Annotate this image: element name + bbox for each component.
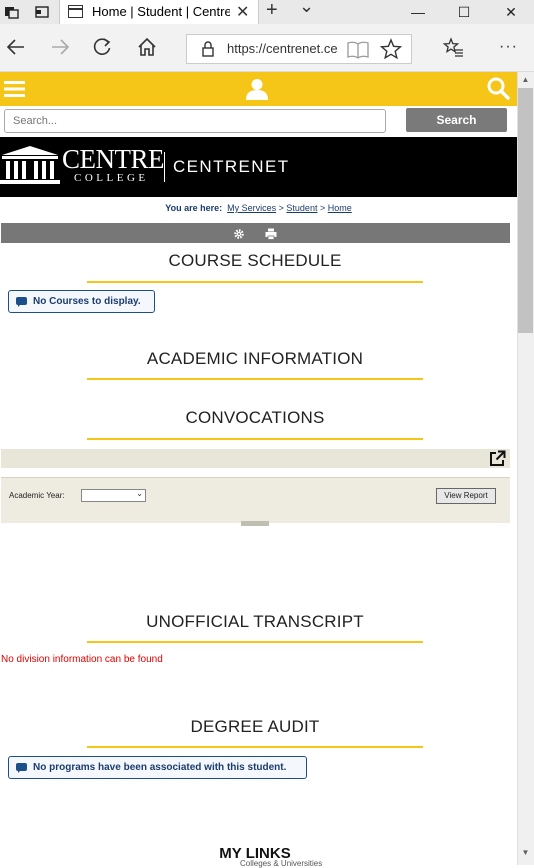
more-menu-button[interactable]: ··· (499, 38, 518, 56)
favorite-star-icon[interactable] (379, 38, 403, 65)
breadcrumb-my-services[interactable]: My Services (227, 203, 276, 213)
my-links-first-item[interactable]: Colleges & Universities (240, 859, 322, 868)
brand-college-text: COLLEGE (74, 172, 149, 184)
tab-preview-icon[interactable] (34, 4, 50, 20)
brand-centre-text: CENTRE (62, 144, 165, 174)
course-schedule-rule (87, 281, 423, 283)
hamburger-menu-icon[interactable] (4, 80, 26, 103)
reading-view-icon[interactable] (347, 41, 369, 64)
unofficial-transcript-title: UNOFFICIAL TRANSCRIPT (146, 612, 364, 631)
brand-banner: CENTRE COLLEGE CENTRENET (0, 137, 517, 197)
breadcrumb-separator: > (319, 203, 326, 213)
search-icon[interactable] (486, 76, 510, 105)
report-resize-handle[interactable] (241, 521, 269, 526)
tab-title: Home | Student | Centre (92, 4, 230, 19)
address-bar[interactable]: https://centrenet.ce (186, 34, 412, 64)
site-search-input[interactable] (4, 109, 386, 133)
no-courses-message: No Courses to display. (8, 290, 155, 313)
breadcrumb: You are here: My Services > Student > Ho… (0, 203, 517, 213)
page-tools-bar (1, 223, 510, 243)
browser-tab[interactable]: Home | Student | Centre ✕ (59, 0, 259, 24)
brand-app-name: CENTRENET (173, 157, 290, 176)
favorites-hub-icon[interactable] (441, 36, 465, 60)
refresh-icon[interactable] (90, 36, 114, 60)
no-programs-text: No programs have been associated with th… (33, 762, 287, 773)
forward-icon[interactable] (48, 36, 72, 60)
no-division-error: No division information can be found (1, 654, 163, 665)
scrollbar-thumb[interactable] (518, 88, 533, 333)
browser-tab-strip: Home | Student | Centre ✕ + ⌄ — ☐ ✕ (0, 0, 534, 24)
no-courses-text: No Courses to display. (33, 296, 141, 307)
breadcrumb-separator: > (278, 203, 284, 213)
scroll-up-arrow[interactable]: ▲ (518, 73, 533, 87)
maximize-button[interactable]: ☐ (441, 0, 487, 24)
brand-divider (164, 152, 165, 182)
academic-information-rule (87, 378, 423, 380)
course-schedule-title: COURSE SCHEDULE (168, 251, 342, 270)
message-bubble-icon (16, 297, 27, 307)
academic-year-select[interactable]: ⌄ (81, 489, 146, 502)
tab-list-button[interactable]: ⌄ (299, 0, 314, 17)
tab-actions-icon[interactable] (4, 4, 20, 20)
view-report-button[interactable]: View Report (436, 488, 496, 504)
convocations-report-header (1, 449, 510, 468)
chevron-down-icon: ⌄ (136, 489, 143, 498)
site-search-button[interactable]: Search (406, 108, 507, 132)
degree-audit-title: DEGREE AUDIT (190, 717, 320, 736)
external-link-icon[interactable] (489, 450, 506, 472)
unofficial-transcript-rule (87, 641, 423, 643)
breadcrumb-prefix: You are here: (165, 203, 223, 213)
home-icon[interactable] (135, 36, 159, 60)
academic-information-title: ACADEMIC INFORMATION (146, 349, 364, 368)
convocations-title: CONVOCATIONS (185, 408, 325, 427)
gear-icon[interactable] (233, 227, 245, 245)
back-icon[interactable] (4, 36, 28, 60)
academic-year-label: Academic Year: (9, 491, 65, 500)
new-tab-button[interactable]: + (266, 0, 278, 22)
breadcrumb-home[interactable]: Home (328, 203, 352, 213)
print-icon[interactable] (265, 227, 277, 245)
site-top-bar (0, 72, 517, 106)
convocations-report-body (1, 477, 510, 523)
minimize-button[interactable]: — (395, 0, 441, 24)
convocations-rule (87, 438, 423, 440)
message-bubble-icon (16, 763, 27, 773)
scroll-down-arrow[interactable]: ▼ (518, 846, 533, 860)
breadcrumb-student[interactable]: Student (286, 203, 317, 213)
user-icon[interactable] (245, 78, 269, 105)
close-window-button[interactable]: ✕ (488, 0, 534, 24)
address-url: https://centrenet.ce (227, 41, 338, 56)
tab-close-button[interactable]: ✕ (236, 2, 249, 22)
degree-audit-rule (87, 746, 423, 748)
lock-icon (201, 41, 215, 62)
browser-nav-bar: https://centrenet.ce ··· (0, 24, 534, 72)
no-programs-message: No programs have been associated with th… (8, 756, 307, 779)
page-icon (68, 5, 83, 18)
centre-college-building-logo (0, 143, 60, 190)
